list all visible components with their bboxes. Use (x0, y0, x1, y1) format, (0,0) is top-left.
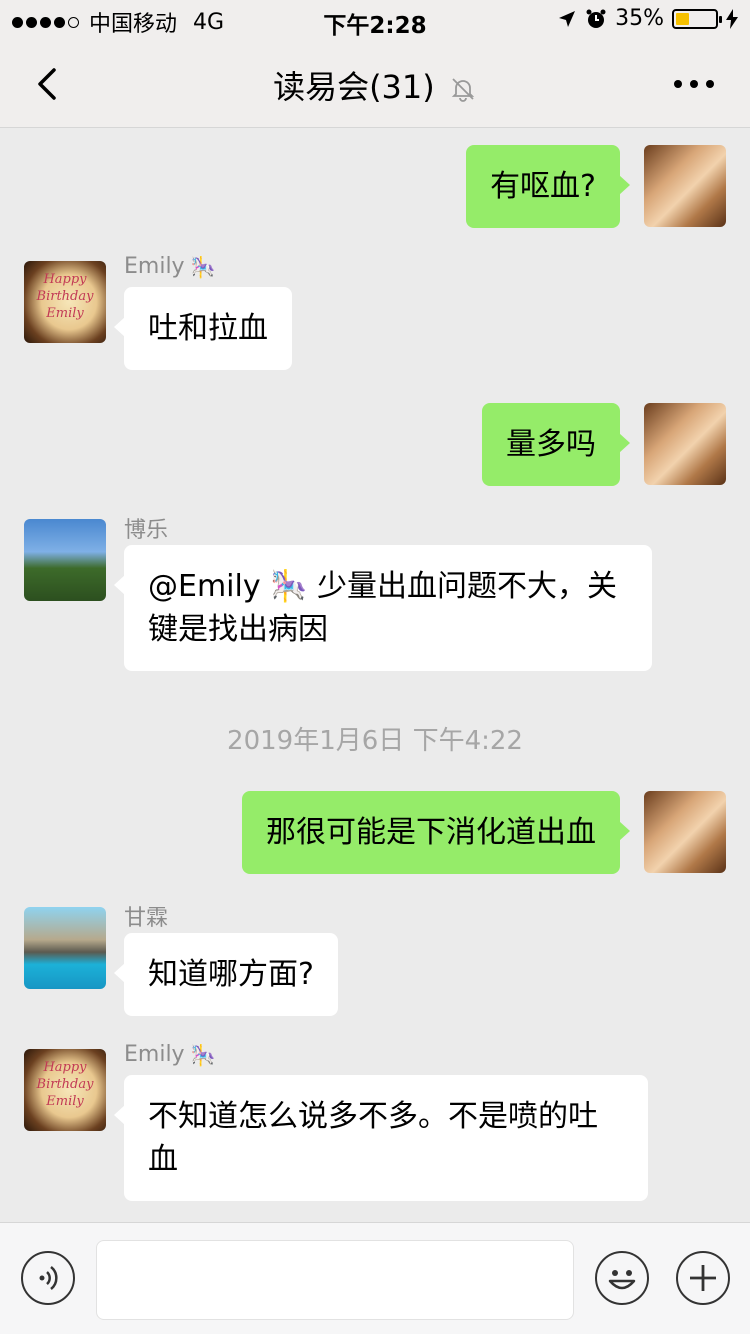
sender-name: Emily 🎠 (124, 1042, 216, 1067)
my-avatar[interactable] (644, 791, 726, 873)
message-timestamp: 2019年1月6日 下午4:22 (227, 726, 523, 756)
message-bubble-incoming[interactable]: 知道哪方面? (114, 933, 338, 1016)
ellipsis-icon[interactable] (674, 80, 714, 88)
battery-percent: 35% (615, 6, 664, 31)
message-bubble-incoming[interactable]: @Emily 🎠 少量出血问题不大，关键是找出病因 (114, 545, 652, 671)
group-name: 读易会(31) (273, 68, 435, 106)
plus-icon (690, 1265, 716, 1291)
avatar-bole[interactable] (24, 519, 106, 601)
input-bar (0, 1222, 750, 1334)
battery-level-fill (676, 12, 690, 25)
message-bubble-outgoing[interactable]: 量多吗 (482, 403, 630, 486)
avatar-emily[interactable]: Happy Birthday Emily (24, 1049, 106, 1131)
location-arrow-icon (559, 10, 576, 27)
bell-slash-icon (451, 78, 475, 102)
carousel-emoji-icon: 🎠 (190, 1042, 216, 1067)
cake-lettering: Happy Birthday Emily (36, 272, 94, 321)
alarm-clock-icon (586, 9, 606, 28)
message-bubble-outgoing[interactable]: 那很可能是下消化道出血 (242, 791, 630, 874)
charging-bolt-icon (726, 8, 738, 29)
my-avatar[interactable] (644, 145, 726, 227)
message-bubble-incoming[interactable]: 不知道怎么说多不多。不是喷的吐血 (114, 1075, 648, 1201)
smiley-icon (608, 1270, 636, 1290)
sender-name: Emily 🎠 (124, 254, 216, 279)
message-bubble-outgoing[interactable]: 有呕血? (466, 145, 630, 228)
status-bar: 中国移动 4G 下午2:28 35% (0, 0, 750, 40)
avatar-emily[interactable]: Happy Birthday Emily (24, 261, 106, 343)
status-right: 35% (557, 6, 738, 31)
voice-icon (39, 1266, 58, 1290)
sender-name: 博乐 (124, 518, 169, 543)
sender-name: 甘霖 (124, 906, 169, 931)
message-bubble-incoming[interactable]: 吐和拉血 (114, 287, 292, 370)
avatar-ganlin[interactable] (24, 907, 106, 989)
voice-button[interactable] (21, 1251, 75, 1305)
chat-header: 读易会(31) (0, 40, 750, 128)
message-input[interactable] (96, 1240, 574, 1320)
my-avatar[interactable] (644, 403, 726, 485)
carousel-emoji-icon: 🎠 (190, 254, 216, 279)
battery-icon (672, 8, 722, 29)
emoji-button[interactable] (595, 1251, 649, 1305)
plus-button[interactable] (676, 1251, 730, 1305)
chat-title: 读易会(31) (0, 62, 750, 108)
cake-lettering: Happy Birthday Emily (36, 1060, 94, 1109)
